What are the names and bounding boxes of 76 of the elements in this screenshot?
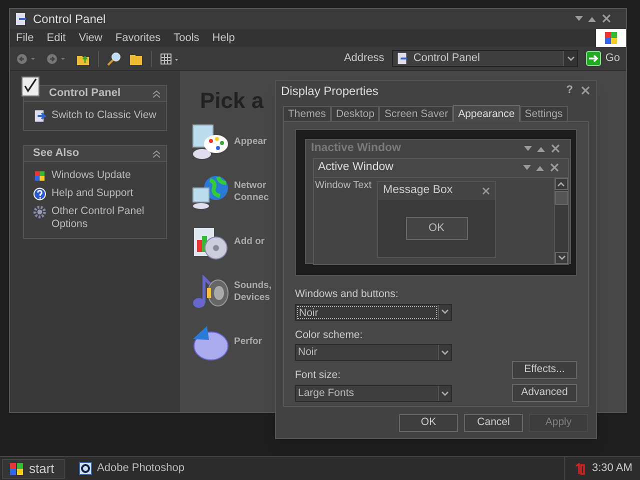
menu-item[interactable]: Edit [46, 30, 66, 46]
chevron-icon [558, 181, 566, 187]
dialog-button[interactable]: Cancel [464, 414, 523, 432]
tab[interactable]: Themes [283, 106, 331, 121]
scrollbar[interactable] [554, 178, 568, 264]
address-label: Address [344, 51, 384, 66]
menu-item[interactable]: Tools [174, 30, 200, 46]
window-text: Window Text [314, 179, 372, 193]
dropdown-button[interactable] [563, 51, 578, 66]
scrollbar-thumb[interactable] [555, 191, 568, 205]
chevron-icon [558, 255, 566, 261]
chevron-icon [441, 350, 449, 356]
panel-title: See Also [33, 146, 80, 162]
category-link[interactable]: Perfor [234, 336, 262, 348]
dialog-button[interactable]: Effects... [512, 361, 577, 379]
task-link[interactable]: Switch to Classic View [51, 109, 157, 122]
field-label: Windows and buttons: [295, 286, 400, 302]
clock: 3:30 AM [592, 461, 632, 476]
field-label: Font size: [295, 368, 342, 384]
task-link[interactable]: Windows Update [51, 169, 157, 182]
search-icon[interactable] [107, 52, 121, 66]
close-icon[interactable] [482, 187, 490, 195]
taskbar-button[interactable]: Adobe Photoshop [79, 460, 184, 477]
collapse-icon[interactable] [153, 90, 160, 98]
task-link[interactable]: Other Control Panel Options [51, 205, 157, 231]
dialog-button[interactable]: Advanced [512, 384, 577, 402]
category-link[interactable]: Appear [234, 136, 267, 148]
dropdown-field[interactable]: Noir [295, 344, 452, 362]
gear-icon [33, 205, 46, 219]
document-icon [33, 109, 46, 123]
window-title: Active Window [318, 160, 394, 176]
category-link[interactable]: Add or [234, 236, 265, 248]
chevron-icon [441, 309, 449, 315]
views-icon[interactable] [160, 52, 180, 64]
flag-icon [9, 462, 24, 476]
go-button[interactable]: Go [586, 50, 620, 67]
dropdown-field[interactable]: Noir [295, 304, 452, 320]
back-icon[interactable] [16, 52, 38, 64]
document-icon [396, 52, 410, 65]
app-icon [79, 462, 92, 475]
tray-icon[interactable] [575, 462, 585, 474]
chevron-icon [441, 390, 449, 396]
address-field[interactable]: Control Panel [392, 50, 578, 67]
menu-item[interactable]: Help [212, 30, 235, 46]
forward-icon[interactable] [46, 52, 68, 64]
dropdown-button[interactable] [438, 345, 451, 360]
help-icon [33, 187, 46, 201]
task-link[interactable]: Help and Support [51, 187, 157, 200]
menu-item[interactable]: View [78, 30, 102, 46]
close-icon[interactable] [581, 86, 590, 95]
menu-item[interactable]: Favorites [115, 30, 161, 46]
tab[interactable]: Screen Saver [379, 106, 454, 121]
tab[interactable]: Settings [520, 106, 568, 121]
help-button[interactable]: ? [566, 85, 573, 96]
menu-item[interactable]: File [16, 30, 34, 46]
chevron-icon [566, 56, 575, 62]
dropdown-button[interactable] [438, 304, 451, 320]
dialog-button[interactable]: OK [399, 414, 458, 432]
dropdown-field[interactable]: Large Fonts [295, 385, 452, 402]
dropdown-button[interactable] [438, 386, 451, 401]
window-title: Control Panel [33, 11, 106, 28]
window-title: Message Box [383, 183, 454, 198]
app-icon [14, 12, 28, 26]
collapse-icon[interactable] [153, 150, 160, 158]
panel-title: Control Panel [49, 86, 122, 102]
tab[interactable]: Desktop [330, 106, 380, 121]
dialog-title: Display Properties [281, 82, 380, 100]
category-link[interactable]: Networ Connec [234, 180, 269, 204]
flag-icon [33, 169, 46, 183]
tab[interactable]: Appearance [453, 105, 520, 122]
start-button[interactable]: start [2, 458, 65, 478]
field-label: Color scheme: [295, 328, 364, 342]
flag-logo-icon [596, 29, 626, 47]
ok-button[interactable]: OK [406, 217, 468, 240]
category-link[interactable]: Sounds, Devices [234, 280, 272, 304]
monitor-palette-icon [190, 122, 230, 162]
